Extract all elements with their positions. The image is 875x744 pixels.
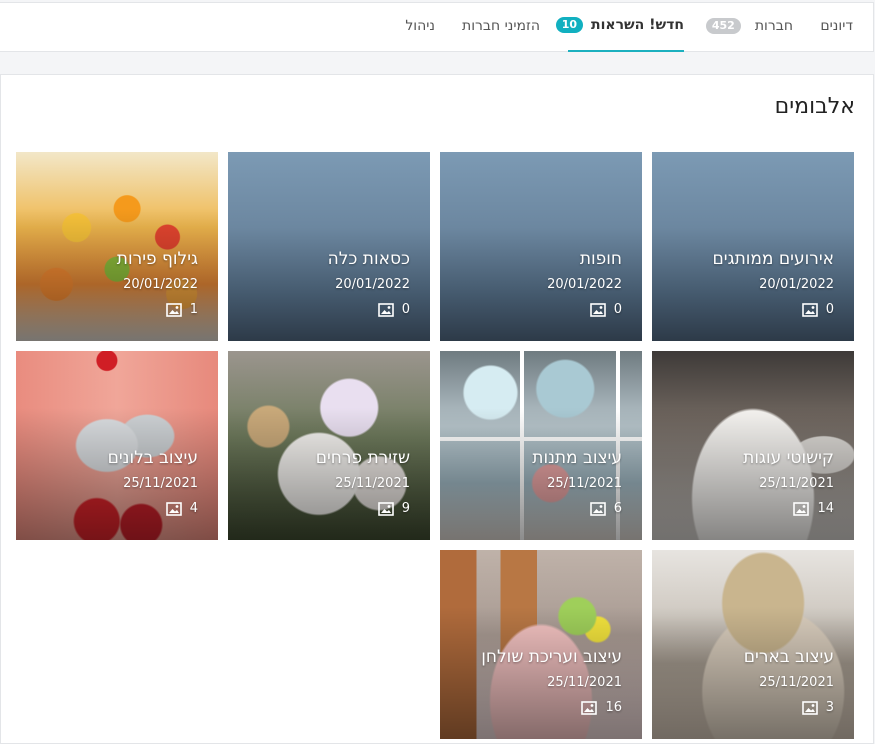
album-card[interactable]: קישוטי עוגות 25/11/2021 14 — [652, 351, 854, 540]
image-icon — [377, 501, 394, 516]
album-card[interactable]: חופות 20/01/2022 0 — [440, 152, 642, 341]
album-card[interactable]: עיצוב בארים 25/11/2021 3 — [652, 550, 854, 739]
tab-label: ניהול — [405, 18, 435, 34]
album-title: כסאות כלה — [327, 249, 410, 269]
album-title: גילוף פירות — [116, 249, 198, 269]
album-photo-count: 9 — [377, 501, 410, 516]
album-photo-count: 0 — [801, 302, 834, 317]
image-icon — [589, 501, 606, 516]
album-photo-count: 0 — [377, 302, 410, 317]
album-date: 25/11/2021 — [335, 476, 410, 491]
tab-label: הזמיני חברות — [462, 18, 540, 34]
image-icon — [589, 302, 606, 317]
tab-discussions[interactable]: דיונים — [783, 0, 853, 52]
image-icon — [581, 700, 598, 715]
image-icon — [801, 302, 818, 317]
album-date: 25/11/2021 — [123, 476, 198, 491]
tab-members[interactable]: 452 חברות — [683, 0, 793, 52]
album-card[interactable]: שזירת פרחים 25/11/2021 9 — [228, 351, 430, 540]
tab-inspirations[interactable]: 10 חדש! השראות — [555, 0, 684, 52]
album-date: 20/01/2022 — [335, 277, 410, 292]
album-title: עיצוב ועריכת שולחן — [481, 647, 622, 667]
album-title: עיצוב בלונים — [107, 448, 198, 468]
album-photo-count: 3 — [801, 700, 834, 715]
album-card[interactable]: עיצוב בלונים 25/11/2021 4 — [16, 351, 218, 540]
album-card[interactable]: עיצוב מתנות 25/11/2021 6 — [440, 351, 642, 540]
album-photo-count: 4 — [165, 501, 198, 516]
album-date: 20/01/2022 — [547, 277, 622, 292]
album-date: 25/11/2021 — [547, 476, 622, 491]
image-icon — [165, 302, 182, 317]
album-date: 25/11/2021 — [759, 675, 834, 690]
tab-label: דיונים — [820, 18, 853, 34]
tab-label: חברות — [754, 18, 793, 34]
inspirations-count-badge: 10 — [555, 17, 584, 33]
album-photo-count: 6 — [589, 501, 622, 516]
album-title: שזירת פרחים — [315, 448, 410, 468]
album-date: 25/11/2021 — [547, 675, 622, 690]
image-icon — [801, 700, 818, 715]
album-title: עיצוב בארים — [743, 647, 834, 667]
album-photo-count: 16 — [581, 700, 622, 715]
album-card[interactable]: כסאות כלה 20/01/2022 0 — [228, 152, 430, 341]
album-card[interactable]: עיצוב ועריכת שולחן 25/11/2021 16 — [440, 550, 642, 739]
page-title: אלבומים — [774, 94, 855, 119]
album-title: עיצוב מתנות — [532, 448, 622, 468]
image-icon — [165, 501, 182, 516]
album-photo-count: 0 — [589, 302, 622, 317]
album-date: 20/01/2022 — [759, 277, 834, 292]
members-count-badge: 452 — [705, 18, 741, 34]
image-icon — [793, 501, 810, 516]
album-card[interactable]: אירועים ממותגים 20/01/2022 0 — [652, 152, 854, 341]
tab-label: חדש! השראות — [591, 17, 684, 33]
album-photo-count: 1 — [165, 302, 198, 317]
album-title: אירועים ממותגים — [712, 249, 834, 269]
album-photo-count: 14 — [793, 501, 834, 516]
tab-manage[interactable]: ניהול — [385, 0, 435, 52]
album-date: 25/11/2021 — [759, 476, 834, 491]
album-title: קישוטי עוגות — [743, 448, 834, 468]
album-date: 20/01/2022 — [123, 277, 198, 292]
album-card[interactable]: גילוף פירות 20/01/2022 1 — [16, 152, 218, 341]
album-title: חופות — [579, 249, 622, 269]
tab-invite-members[interactable]: הזמיני חברות — [450, 0, 540, 52]
image-icon — [377, 302, 394, 317]
